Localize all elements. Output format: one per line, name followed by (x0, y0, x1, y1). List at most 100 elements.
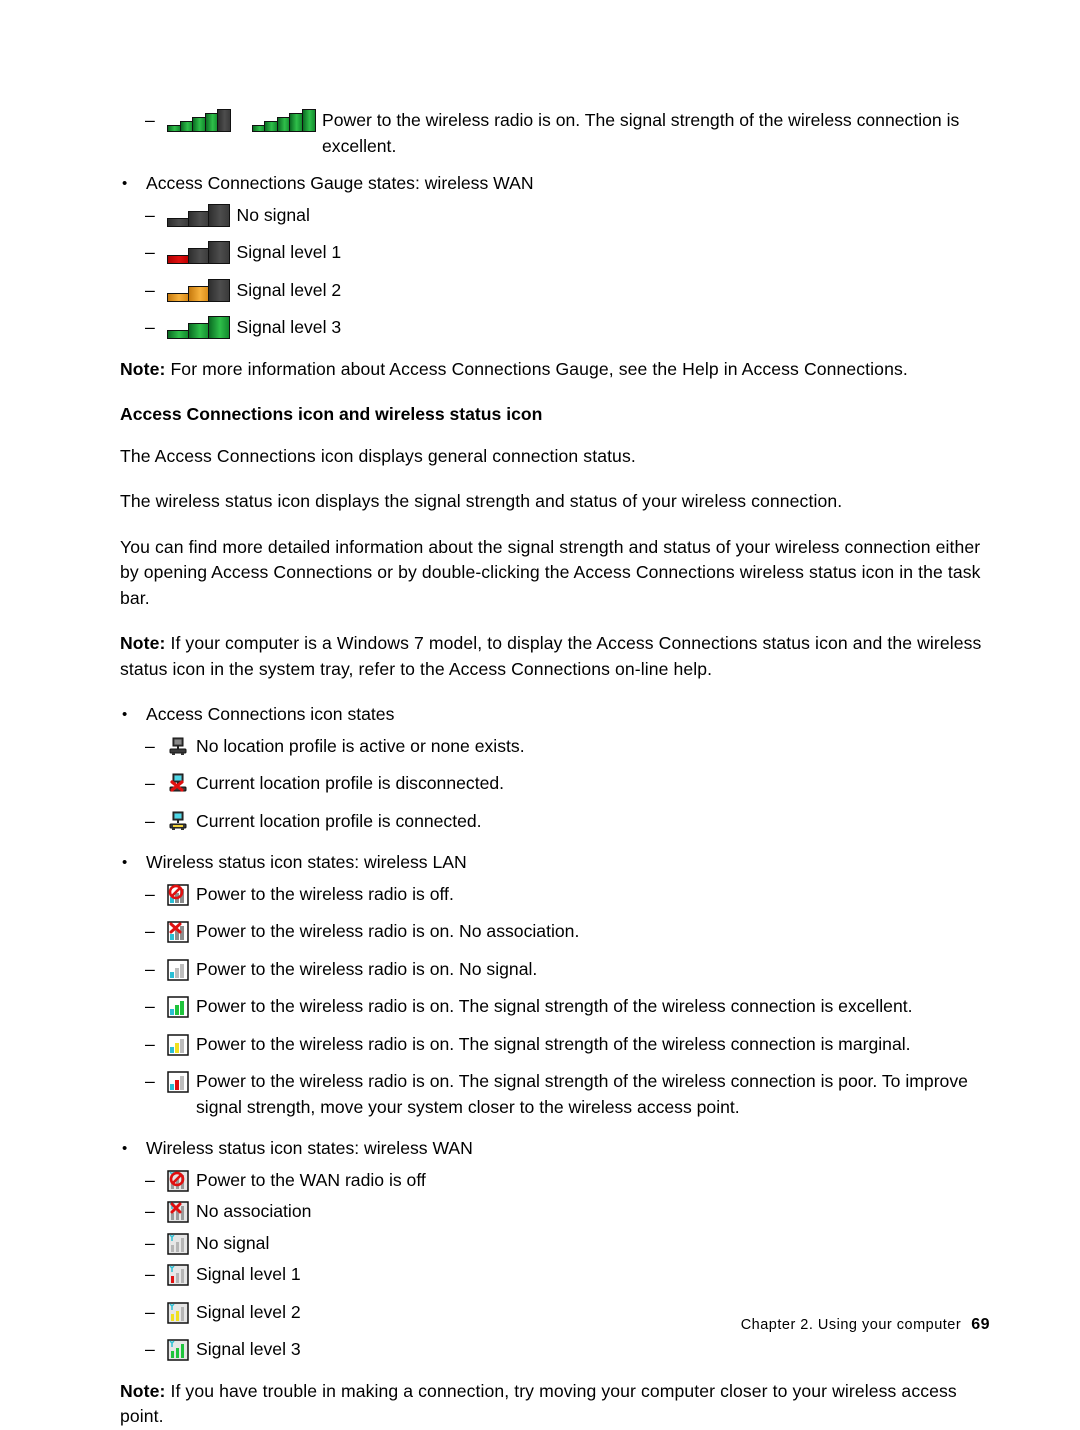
document-page: – Power to the wireless radio is on. The… (0, 0, 1080, 1426)
list-item-label: Power to the wireless radio is on. The s… (196, 1071, 968, 1117)
list-item: – Power to the wireless radio is on. The… (120, 1032, 990, 1058)
note-label: Note: (120, 358, 166, 379)
list-item-label: Signal level 1 (236, 242, 342, 262)
dash-marker: – (145, 279, 155, 300)
section-heading: Access Connections icon and wireless sta… (120, 404, 543, 424)
list-item: – Power to the wireless radio is on. The… (120, 108, 990, 159)
list-item-label: Current location profile is connected. (196, 810, 482, 831)
gauge-level-2-icon (167, 278, 230, 302)
paragraph-1: The Access Connections icon displays gen… (120, 445, 636, 466)
list-item-label: No signal (196, 1232, 270, 1253)
note-text: If your computer is a Windows 7 model, t… (120, 633, 982, 679)
list-item: – Power to the wireless radio is on. No … (120, 919, 990, 945)
note-2: Note: If your computer is a Windows 7 mo… (120, 631, 990, 682)
gauge-no-signal-icon (167, 203, 230, 227)
lan-marginal-icon (167, 1033, 189, 1056)
list-item-label: Power to the wireless radio is on. The s… (196, 1033, 911, 1054)
bullet-ac-icon-states: • Access Connections icon states (120, 702, 990, 728)
dash-marker: – (145, 996, 155, 1016)
list-item-label: No association (196, 1201, 312, 1221)
note-label: Note: (120, 633, 166, 653)
page-footer: Chapter 2. Using your computer 69 (120, 1316, 990, 1334)
computer-no-profile-icon (167, 736, 189, 758)
dash-marker: – (145, 773, 155, 793)
list-item: – Current location profile is disconnect… (120, 771, 990, 797)
note-label: Note: (120, 1380, 166, 1401)
bullet-gauge-wan: • Access Connections Gauge states: wirel… (120, 171, 990, 197)
dash-marker: – (145, 735, 155, 756)
list-item: – Signal level 1 (120, 240, 990, 266)
list-item: – Power to the wireless radio is off. (120, 882, 990, 908)
bullet-label: Wireless status icon states: wireless WA… (146, 1138, 473, 1158)
list-item-label: Signal level 3 (196, 1339, 301, 1359)
list-item-label: Current location profile is disconnected… (196, 773, 505, 793)
dash-marker: – (145, 1169, 155, 1190)
note-text: If you have trouble in making a connecti… (120, 1380, 957, 1427)
list-item-label: Power to the wireless radio is on. No as… (196, 921, 580, 941)
paragraph-2: The wireless status icon displays the si… (120, 491, 843, 511)
gauge-icon-pair (167, 108, 322, 132)
lan-no-signal-icon (167, 958, 189, 981)
bullet-label: Access Connections icon states (146, 704, 395, 724)
dash-marker: – (145, 1071, 155, 1091)
list-item: – Power to the wireless radio is on. No … (120, 957, 990, 983)
dash-marker: – (145, 1264, 155, 1284)
bullet-marker: • (122, 1140, 128, 1157)
gauge-excellent-4green-icon (167, 109, 231, 132)
wan-level-1-icon (167, 1264, 189, 1286)
list-item-label: Signal level 1 (196, 1264, 301, 1284)
paragraph-3: You can find more detailed information a… (120, 536, 981, 608)
list-item-label: No signal (236, 204, 310, 225)
note-1: Note: For more information about Access … (120, 357, 990, 383)
wan-level-3-icon (167, 1339, 189, 1361)
lan-excellent-icon (167, 996, 189, 1018)
dash-marker: – (145, 810, 155, 831)
list-item: – Power to the wireless radio is on. The… (120, 994, 990, 1020)
computer-disconnected-icon (167, 773, 189, 795)
lan-poor-icon (167, 1071, 189, 1093)
list-item: – Signal level 3 (120, 1337, 990, 1363)
page-content: – Power to the wireless radio is on. The… (120, 108, 990, 1430)
note-text: For more information about Access Connec… (165, 358, 908, 379)
wan-radio-off-icon (167, 1169, 189, 1192)
gauge-level-1-icon (167, 241, 230, 264)
list-item: – No location profile is active or none … (120, 734, 990, 760)
dash-marker: – (145, 204, 155, 225)
list-item-label: No location profile is active or none ex… (196, 735, 525, 756)
dash-marker: – (145, 110, 155, 130)
wan-no-signal-icon (167, 1232, 189, 1255)
lan-no-association-icon (167, 921, 189, 943)
lan-radio-off-icon (167, 883, 189, 906)
list-item: – Signal level 1 (120, 1262, 990, 1288)
dash-marker: – (145, 317, 155, 337)
footer-chapter-label: Chapter 2. Using your computer (740, 1317, 962, 1333)
bullet-wireless-lan: • Wireless status icon states: wireless … (120, 850, 990, 876)
list-item: – Signal level 3 (120, 315, 990, 341)
dash-marker: – (145, 958, 155, 979)
wan-no-association-icon (167, 1201, 189, 1223)
bullet-wireless-wan: • Wireless status icon states: wireless … (120, 1136, 990, 1162)
dash-marker: – (145, 921, 155, 941)
computer-connected-icon (167, 811, 189, 833)
dash-marker: – (145, 1232, 155, 1253)
bullet-label: Access Connections Gauge states: wireles… (146, 173, 534, 193)
list-item-label: Signal level 2 (236, 279, 342, 300)
gauge-excellent-5green-icon (251, 109, 316, 132)
list-item: – Power to the wireless radio is on. The… (120, 1069, 990, 1120)
dash-marker: – (145, 1201, 155, 1221)
page-number: 69 (971, 1316, 990, 1333)
list-item: – Power to the WAN radio is off (120, 1168, 990, 1194)
list-item-label: Power to the wireless radio is on. The s… (196, 996, 913, 1016)
list-item: – No signal (120, 203, 990, 229)
list-item: – No signal (120, 1231, 990, 1257)
list-item-label: Signal level 3 (236, 317, 342, 337)
dash-marker: – (145, 242, 155, 262)
list-item: – Signal level 2 (120, 278, 990, 304)
list-item-label: Power to the WAN radio is off (196, 1169, 426, 1190)
list-item: – No association (120, 1199, 990, 1225)
list-item-label: Power to the wireless radio is on. The s… (322, 110, 960, 156)
bullet-marker: • (122, 175, 128, 192)
list-item: – Current location profile is connected. (120, 809, 990, 835)
dash-marker: – (145, 1033, 155, 1054)
bullet-label: Wireless status icon states: wireless LA… (146, 852, 467, 872)
